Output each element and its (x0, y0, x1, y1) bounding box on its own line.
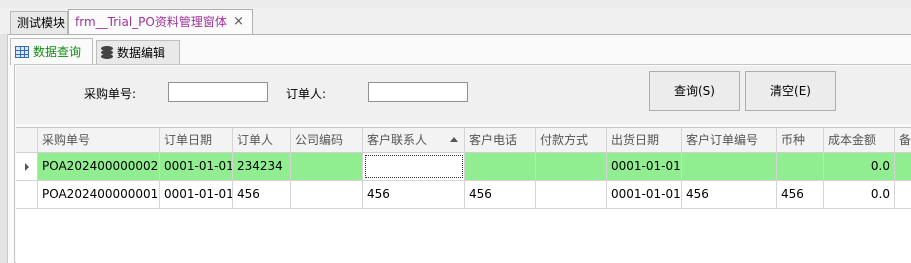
current-row-icon (25, 163, 29, 171)
data-grid: 采购单号 订单日期 订单人 公司编码 客户联系人 客户电话 付款方式 出货日期 … (16, 127, 911, 263)
table-cell[interactable] (895, 181, 911, 208)
tab-data-query[interactable]: 数据查询 (10, 38, 93, 65)
table-cell[interactable] (895, 153, 911, 180)
column-header[interactable]: 备 (895, 128, 911, 152)
document-tab-bar: 测试模块 frm__Trial_PO资料管理窗体 × (0, 8, 911, 35)
table-cell[interactable]: 456 (777, 181, 824, 208)
query-button[interactable]: 查询(S) (649, 71, 740, 111)
doc-tab-po-form[interactable]: frm__Trial_PO资料管理窗体 × (68, 9, 253, 35)
table-row[interactable]: POA202400000001 0001-01-01 456 456 456 0… (16, 181, 911, 209)
table-cell[interactable]: 456 (682, 181, 777, 208)
column-header[interactable]: 订单日期 (160, 128, 233, 152)
po-number-label: 采购单号: (84, 87, 137, 101)
table-cell[interactable] (682, 153, 777, 180)
table-cell[interactable] (777, 153, 824, 180)
table-cell[interactable]: 0.0 (824, 181, 895, 208)
table-cell[interactable] (291, 181, 363, 208)
column-header-label: 客户联系人 (367, 133, 428, 147)
close-icon[interactable]: × (233, 10, 244, 34)
table-cell[interactable] (536, 181, 607, 208)
table-cell[interactable] (291, 153, 363, 180)
table-cell[interactable] (465, 153, 536, 180)
tab-data-edit[interactable]: 数据编辑 (96, 40, 180, 64)
column-header[interactable]: 付款方式 (536, 128, 607, 152)
column-header[interactable]: 客户电话 (465, 128, 536, 152)
table-cell-focused[interactable] (363, 153, 465, 180)
orderer-input[interactable] (368, 82, 468, 102)
grid-header-row: 采购单号 订单日期 订单人 公司编码 客户联系人 客户电话 付款方式 出货日期 … (16, 128, 911, 153)
clear-button[interactable]: 清空(E) (745, 71, 836, 111)
table-cell[interactable]: 0001-01-01 (160, 181, 233, 208)
table-cell[interactable]: 456 (233, 181, 291, 208)
row-indicator (16, 153, 38, 180)
doc-tab-label: 测试模块 (17, 16, 66, 30)
column-header[interactable]: 公司编码 (291, 128, 363, 152)
left-splitter[interactable] (0, 34, 8, 263)
tab-label: 数据查询 (33, 45, 82, 59)
table-cell[interactable]: 456 (465, 181, 536, 208)
grid-icon (15, 46, 29, 58)
column-header-sorted[interactable]: 客户联系人 (363, 128, 465, 152)
table-cell[interactable] (536, 153, 607, 180)
column-header[interactable]: 订单人 (233, 128, 291, 152)
doc-tab-test-module[interactable]: 测试模块 (10, 11, 68, 35)
table-cell[interactable]: 0001-01-01 (160, 153, 233, 180)
column-header[interactable]: 客户订单编号 (682, 128, 777, 152)
doc-tab-label: frm__Trial_PO资料管理窗体 (75, 15, 227, 29)
table-cell[interactable]: 0001-01-01 (607, 181, 682, 208)
po-number-input[interactable] (168, 82, 268, 102)
table-cell[interactable]: 234234 (233, 153, 291, 180)
sort-ascending-icon (450, 137, 458, 142)
column-header[interactable]: 成本金额 (824, 128, 895, 152)
title-strip (0, 0, 911, 8)
table-cell[interactable]: POA202400000001 (38, 181, 160, 208)
table-cell[interactable]: 456 (363, 181, 465, 208)
row-indicator (16, 181, 38, 208)
table-cell[interactable]: POA202400000002 (38, 153, 160, 180)
column-header[interactable]: 出货日期 (607, 128, 682, 152)
search-panel: 采购单号: 订单人: 查询(S) 清空(E) (16, 66, 911, 124)
database-icon (101, 45, 113, 60)
tab-label: 数据编辑 (117, 45, 166, 60)
inner-tab-bar: 数据查询 数据编辑 (10, 38, 911, 65)
table-row[interactable]: POA202400000002 0001-01-01 234234 0001-0… (16, 153, 911, 181)
column-header[interactable]: 采购单号 (38, 128, 160, 152)
orderer-label: 订单人: (286, 87, 327, 101)
table-cell[interactable]: 0.0 (824, 153, 895, 180)
column-header[interactable]: 币种 (777, 128, 824, 152)
table-cell[interactable]: 0001-01-01 (607, 153, 682, 180)
row-indicator-header (16, 128, 38, 152)
